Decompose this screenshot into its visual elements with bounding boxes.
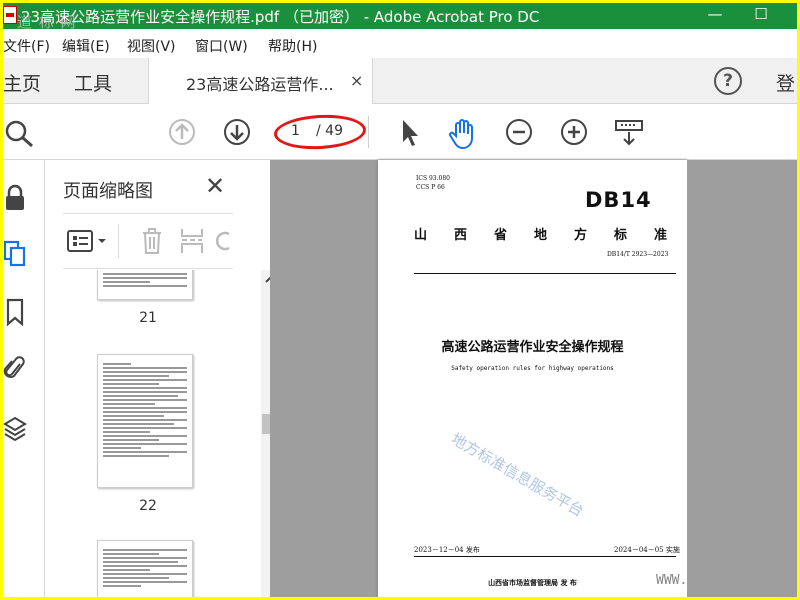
watermark-text: 道 标 网 bbox=[17, 13, 77, 31]
help-icon[interactable]: ? bbox=[714, 67, 742, 95]
zoom-out-icon[interactable] bbox=[505, 118, 533, 146]
toolbar: 1 / 49 bbox=[3, 104, 797, 160]
search-zoom-icon[interactable] bbox=[3, 118, 35, 148]
bookmark-icon[interactable] bbox=[3, 298, 27, 326]
issuer: 山西省市场监督管理局 发 布 bbox=[488, 578, 577, 587]
document-title-en: Safety operation rules for highway opera… bbox=[451, 365, 614, 372]
divider-line-bottom bbox=[414, 556, 676, 557]
thumbnail-panel: 页面缩略图 ✕ 21 22 bbox=[45, 160, 303, 597]
maximize-button[interactable]: ☐ bbox=[749, 5, 773, 23]
panel-title: 页面缩略图 bbox=[63, 181, 153, 202]
title-bar: 23高速公路运营作业安全操作规程.pdf （已加密） - Adobe Acrob… bbox=[3, 3, 797, 31]
menu-view[interactable]: 视图(V) bbox=[127, 36, 176, 56]
window-title: 23高速公路运营作业安全操作规程.pdf （已加密） - Adobe Acrob… bbox=[21, 8, 540, 26]
tab-tools[interactable]: 工具 bbox=[74, 69, 112, 96]
options-icon[interactable] bbox=[65, 228, 111, 254]
page-navigator: 1 / 49 bbox=[273, 112, 368, 152]
ics-line: ICS 93.080 bbox=[416, 175, 450, 182]
left-rail bbox=[3, 160, 45, 597]
thumbnail-list: 21 22 bbox=[63, 270, 243, 597]
pages-icon[interactable] bbox=[3, 240, 27, 268]
thumbnail-label-21: 21 bbox=[139, 310, 157, 326]
issue-date: 2023－12－04 发布 bbox=[414, 546, 480, 554]
standard-code: DB14 bbox=[585, 188, 652, 212]
divider-line bbox=[414, 273, 676, 274]
viewer-gutter bbox=[687, 160, 797, 597]
implementation-date: 2024－04－05 实施 bbox=[614, 546, 680, 554]
toolbar-separator bbox=[368, 116, 369, 148]
panel-toolbar bbox=[63, 213, 233, 269]
ics-code: ICS 93.080 CCS P 66 bbox=[416, 174, 450, 192]
ccs-line: CCS P 66 bbox=[416, 184, 445, 191]
highlight-oval bbox=[273, 112, 367, 152]
watermark-stamp: 地方标准信息服务平台 bbox=[448, 429, 587, 521]
menu-help[interactable]: 帮助(H) bbox=[268, 36, 317, 56]
attachment-icon[interactable] bbox=[3, 355, 27, 383]
tab-document[interactable]: 23高速公路运营作... × bbox=[148, 58, 373, 104]
arrow-down-icon[interactable] bbox=[223, 118, 251, 146]
menu-edit[interactable]: 编辑(E) bbox=[62, 36, 110, 56]
thumbnail-label-22: 22 bbox=[139, 498, 157, 514]
thumbnail-page-22[interactable] bbox=[97, 354, 193, 488]
menu-bar: 文件(F) 编辑(E) 视图(V) 窗口(W) 帮助(H) bbox=[3, 32, 797, 58]
document-viewer[interactable]: ICS 93.080 CCS P 66 DB14 山西省地方标准 DB14/T … bbox=[270, 160, 797, 597]
menu-file[interactable]: 文件(F) bbox=[3, 36, 50, 56]
scan-icon[interactable] bbox=[613, 118, 645, 148]
trash-icon[interactable] bbox=[139, 226, 165, 256]
tab-document-label: 23高速公路运营作... bbox=[186, 75, 334, 94]
close-tab-button[interactable]: × bbox=[350, 71, 363, 90]
watermark-url: WWW. bbox=[656, 573, 688, 588]
panel-toolbar-divider bbox=[118, 224, 119, 258]
zoom-in-icon[interactable] bbox=[560, 118, 588, 146]
pdf-icon bbox=[3, 6, 17, 24]
tab-home[interactable]: 主页 bbox=[3, 69, 41, 96]
lock-icon[interactable] bbox=[3, 184, 27, 212]
standard-number: DB14/T 2923—2023 bbox=[607, 251, 669, 258]
hand-icon[interactable] bbox=[448, 118, 478, 150]
province-standard: 山西省地方标准 bbox=[414, 228, 695, 243]
minimize-button[interactable]: — bbox=[703, 5, 727, 23]
rotate-icon[interactable] bbox=[215, 228, 233, 254]
arrow-up-icon[interactable] bbox=[168, 118, 196, 146]
thumbnail-page-23[interactable] bbox=[97, 540, 193, 597]
tab-row: 主页 工具 23高速公路运营作... × ? 登 bbox=[3, 58, 797, 104]
document-title-cn: 高速公路运营作业安全操作规程 bbox=[441, 340, 624, 355]
menu-window[interactable]: 窗口(W) bbox=[195, 36, 248, 56]
app-window: 23高速公路运营作业安全操作规程.pdf （已加密） - Adobe Acrob… bbox=[3, 3, 797, 597]
select-cursor-icon[interactable] bbox=[399, 118, 421, 148]
layers-icon[interactable] bbox=[3, 415, 27, 443]
pdf-page: ICS 93.080 CCS P 66 DB14 山西省地方标准 DB14/T … bbox=[378, 160, 687, 597]
login-button[interactable]: 登 bbox=[776, 69, 795, 96]
panel-close-button[interactable]: ✕ bbox=[205, 172, 225, 200]
extract-icon[interactable] bbox=[179, 226, 205, 256]
thumbnail-page-21[interactable] bbox=[97, 270, 193, 300]
